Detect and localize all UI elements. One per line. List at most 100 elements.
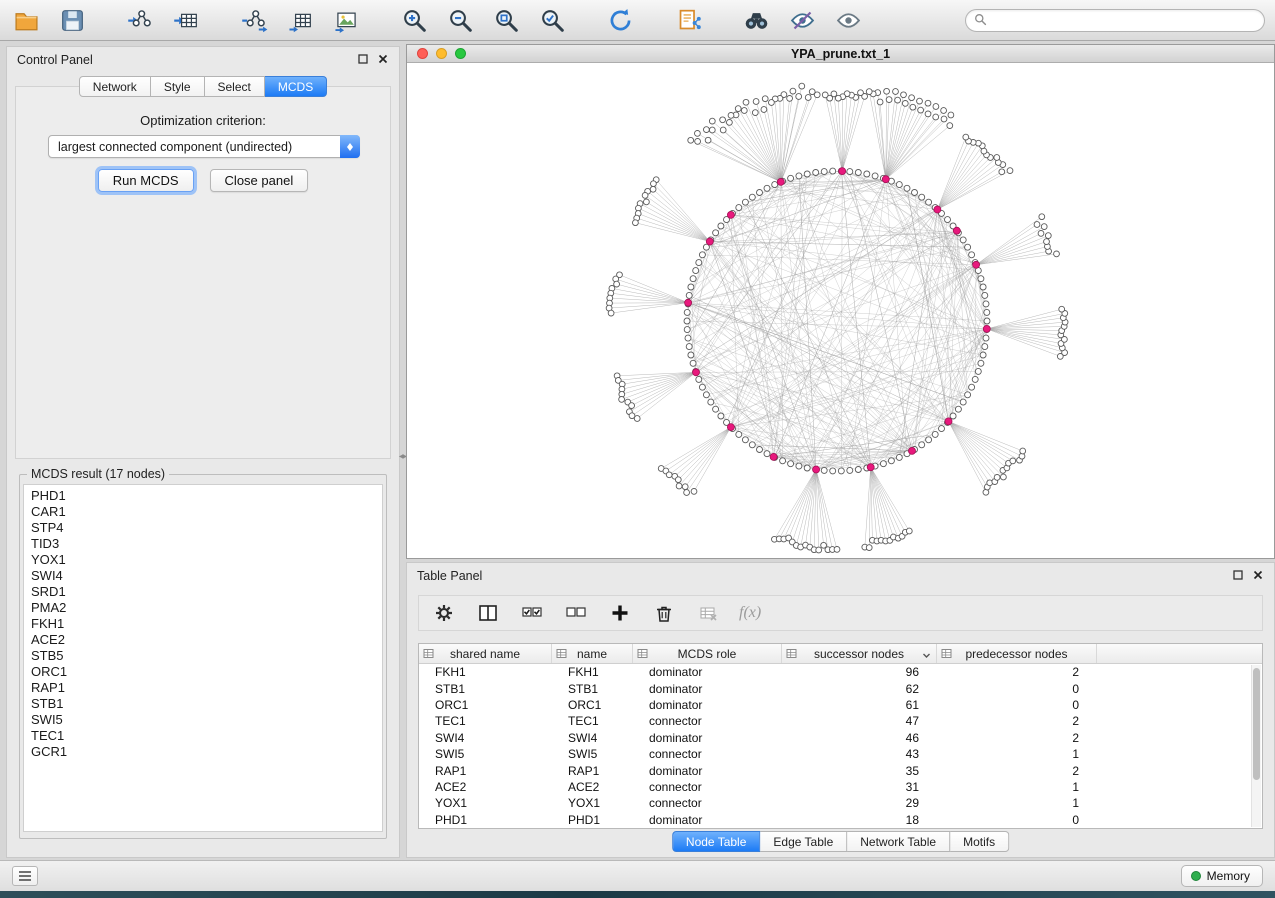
table-cell: 31 (782, 780, 937, 794)
mcds-result-item[interactable]: SWI4 (31, 568, 375, 584)
zoom-in-icon[interactable] (396, 4, 432, 36)
import-network-icon[interactable] (122, 4, 158, 36)
table-row[interactable]: PHD1PHD1dominator180 (419, 812, 1262, 828)
run-mcds-button[interactable]: Run MCDS (98, 169, 194, 192)
mcds-result-item[interactable]: CAR1 (31, 504, 375, 520)
column-layout-icon[interactable] (475, 600, 501, 626)
column-header-predecessor-nodes[interactable]: predecessor nodes (937, 644, 1097, 663)
table-cell: connector (633, 714, 782, 728)
float-table-panel-icon[interactable] (1232, 569, 1244, 581)
tab-motifs[interactable]: Motifs (950, 831, 1009, 852)
tab-select[interactable]: Select (205, 76, 265, 97)
table-cell: 47 (782, 714, 937, 728)
table-row[interactable]: SWI4SWI4dominator462 (419, 730, 1262, 746)
table-row[interactable]: SWI5SWI5connector431 (419, 746, 1262, 762)
table-cell: dominator (633, 764, 782, 778)
mcds-result-item[interactable]: STB5 (31, 648, 375, 664)
close-table-panel-icon[interactable] (1252, 569, 1264, 581)
delete-row-icon[interactable] (651, 600, 677, 626)
column-header-successor-nodes[interactable]: successor nodes (782, 644, 937, 663)
mcds-result-item[interactable]: ACE2 (31, 632, 375, 648)
mcds-result-item[interactable]: TID3 (31, 536, 375, 552)
mcds-result-item[interactable]: TEC1 (31, 728, 375, 744)
export-network-icon[interactable] (236, 4, 272, 36)
sort-caret-icon[interactable] (922, 649, 931, 663)
table-row[interactable]: RAP1RAP1dominator352 (419, 762, 1262, 778)
function-builder-icon[interactable]: f(x) (739, 604, 761, 622)
mcds-result-item[interactable]: PHD1 (31, 488, 375, 504)
attribute-icon (786, 648, 797, 662)
mcds-result-item[interactable]: YOX1 (31, 552, 375, 568)
zoom-out-icon[interactable] (442, 4, 478, 36)
column-header-name[interactable]: name (552, 644, 633, 663)
table-settings-icon[interactable] (431, 600, 457, 626)
export-image-icon[interactable] (328, 4, 364, 36)
import-table-icon[interactable] (168, 4, 204, 36)
table-cell: TEC1 (419, 714, 552, 728)
zoom-fit-icon[interactable] (488, 4, 524, 36)
column-header-MCDS-role[interactable]: MCDS role (633, 644, 782, 663)
tab-network-table[interactable]: Network Table (847, 831, 950, 852)
column-header-shared-name[interactable]: shared name (419, 644, 552, 663)
mcds-result-item[interactable]: SRD1 (31, 584, 375, 600)
search-field[interactable] (965, 9, 1265, 32)
show-details-icon[interactable] (830, 4, 866, 36)
table-row[interactable]: FKH1FKH1dominator962 (419, 664, 1262, 680)
mcds-result-item[interactable]: GCR1 (31, 744, 375, 760)
add-row-icon[interactable] (607, 600, 633, 626)
table-row[interactable]: ORC1ORC1dominator610 (419, 697, 1262, 713)
table-cell: 2 (937, 731, 1097, 745)
table-row[interactable]: TEC1TEC1connector472 (419, 713, 1262, 729)
table-cell: YOX1 (419, 796, 552, 810)
table-cell: FKH1 (419, 665, 552, 679)
find-icon[interactable] (738, 4, 774, 36)
memory-button[interactable]: Memory (1181, 865, 1263, 887)
table-cell: 0 (937, 682, 1097, 696)
float-panel-icon[interactable] (357, 53, 369, 65)
export-table-icon[interactable] (282, 4, 318, 36)
hide-column-icon[interactable] (695, 600, 721, 626)
tab-mcds[interactable]: MCDS (265, 76, 327, 97)
mcds-result-item[interactable]: ORC1 (31, 664, 375, 680)
table-row[interactable]: STB1STB1dominator620 (419, 680, 1262, 696)
table-row[interactable]: ACE2ACE2connector311 (419, 779, 1262, 795)
mcds-result-item[interactable]: FKH1 (31, 616, 375, 632)
status-bar: Memory (0, 860, 1275, 891)
table-cell: 61 (782, 698, 937, 712)
search-input[interactable] (987, 14, 1264, 28)
tab-node-table[interactable]: Node Table (672, 831, 761, 852)
mcds-result-item[interactable]: STB1 (31, 696, 375, 712)
close-panel-icon[interactable] (377, 53, 389, 65)
hide-details-icon[interactable] (784, 4, 820, 36)
close-panel-button[interactable]: Close panel (210, 169, 309, 192)
table-cell: ORC1 (419, 698, 552, 712)
mcds-result-item[interactable]: STP4 (31, 520, 375, 536)
optimization-criterion-select[interactable]: largest connected component (undirected) (48, 135, 360, 158)
table-scrollbar[interactable] (1251, 665, 1261, 827)
network-titlebar[interactable]: YPA_prune.txt_1 (407, 45, 1274, 63)
control-panel-tabs: NetworkStyleSelectMCDS (7, 76, 399, 97)
tab-network[interactable]: Network (79, 76, 151, 97)
open-session-icon[interactable] (8, 4, 44, 36)
select-all-icon[interactable] (519, 600, 545, 626)
zoom-selected-icon[interactable] (534, 4, 570, 36)
table-cell: SWI4 (419, 731, 552, 745)
table-cell: 18 (782, 813, 937, 827)
deselect-all-icon[interactable] (563, 600, 589, 626)
panel-list-button[interactable] (12, 866, 38, 886)
mcds-result-title: MCDS result (17 nodes) (27, 467, 169, 481)
save-session-icon[interactable] (54, 4, 90, 36)
table-row[interactable]: YOX1YOX1connector291 (419, 795, 1262, 811)
mcds-result-item[interactable]: PMA2 (31, 600, 375, 616)
table-panel: Table Panel f(x) shared namenameMCDS rol… (406, 562, 1275, 858)
table-cell: connector (633, 780, 782, 794)
clone-network-icon[interactable] (670, 4, 706, 36)
tab-edge-table[interactable]: Edge Table (760, 831, 847, 852)
table-cell: STB1 (419, 682, 552, 696)
tab-style[interactable]: Style (151, 76, 205, 97)
scrollbar-thumb[interactable] (1253, 668, 1260, 780)
network-canvas[interactable] (407, 63, 1274, 558)
refresh-icon[interactable] (602, 4, 638, 36)
mcds-result-item[interactable]: SWI5 (31, 712, 375, 728)
mcds-result-item[interactable]: RAP1 (31, 680, 375, 696)
